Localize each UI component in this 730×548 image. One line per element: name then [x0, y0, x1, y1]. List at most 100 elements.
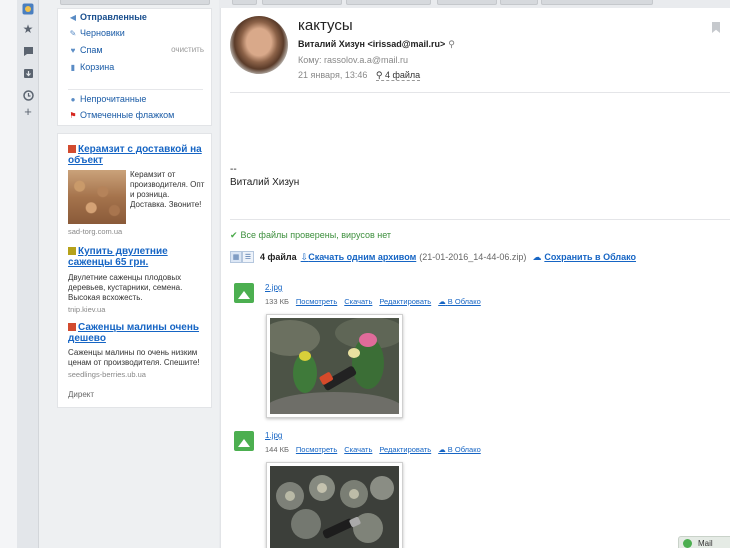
ad-favicon-icon [68, 145, 76, 153]
cloud-icon: ☁ [438, 445, 446, 454]
toolbar-more-button[interactable] [541, 0, 653, 5]
toolbar-forward-button[interactable] [346, 0, 431, 5]
star-icon[interactable]: ★ [21, 22, 35, 36]
trash-icon: ▮ [70, 62, 76, 72]
folder-drafts[interactable]: ✎ Черновики [68, 26, 125, 40]
recipient-line: Кому: rassolov.a.a@mail.ru [298, 55, 409, 65]
toolbar-reply-button[interactable] [262, 0, 342, 5]
checkmark-icon: ✔ [230, 230, 238, 240]
folder-divider [68, 89, 203, 90]
bookmark-flag-icon[interactable] [712, 22, 720, 33]
red-flag-icon: ⚑ [69, 110, 77, 120]
ad-title[interactable]: Купить двулетние саженцы 65 грн. [68, 246, 203, 268]
folder-label: Отправленные [80, 12, 147, 22]
grid-view-icon[interactable]: ▦ [230, 251, 242, 263]
attachments-divider [230, 219, 730, 220]
spam-icon: ♥ [70, 45, 76, 55]
download-link[interactable]: Скачать [344, 445, 372, 454]
ad-image-clay-pellets[interactable] [68, 170, 126, 224]
list-view-icon[interactable]: ☰ [242, 251, 254, 263]
chat-icon[interactable] [21, 44, 35, 58]
image-file-icon[interactable] [234, 431, 254, 451]
view-link[interactable]: Посмотреть [296, 297, 337, 306]
attachment-thumbnail[interactable] [266, 314, 403, 418]
folder-spam[interactable]: ♥ Спам [68, 43, 103, 57]
mail-agent-pill[interactable]: Mail [678, 536, 730, 548]
toolbar-compose-button[interactable] [60, 0, 210, 5]
toolbar-spam-button[interactable] [500, 0, 538, 5]
sender-avatar[interactable] [230, 16, 288, 74]
attachment-actions: 133 КБ Посмотреть Скачать Редактировать … [265, 297, 481, 306]
left-margin [0, 0, 17, 548]
to-cloud-link[interactable]: ☁ В Облако [438, 445, 481, 454]
toolbar-back-button[interactable] [232, 0, 257, 5]
archive-name: (21-01-2016_14-44-06.zip) [419, 252, 527, 262]
attachment-name[interactable]: 2.jpg [265, 283, 282, 292]
cloud-icon[interactable]: ☁ [532, 252, 541, 263]
attachments-count: 4 файла [260, 252, 297, 262]
filter-label: Непрочитанные [80, 94, 147, 104]
to-cloud-link[interactable]: ☁ В Облако [438, 297, 481, 306]
ad-favicon-icon [68, 323, 76, 331]
attachment-size: 144 КБ [265, 445, 289, 454]
attachments-count-link[interactable]: ⚲ 4 файла [375, 70, 421, 81]
image-file-icon[interactable] [234, 283, 254, 303]
ad-text: Саженцы малины по очень низким ценам от … [68, 348, 200, 367]
header-divider [230, 92, 730, 93]
sender-name[interactable]: Виталий Хизун <irissad@mail.ru> [298, 39, 445, 49]
ad-title[interactable]: Керамзит с доставкой на объект [68, 144, 203, 166]
status-dot-icon [683, 538, 692, 548]
ad-text: Керамзит от производителя. Опт и розница… [130, 170, 205, 209]
inbox-download-icon[interactable] [21, 66, 35, 80]
message-date: 21 января, 13:46 [298, 70, 368, 80]
download-link[interactable]: Скачать [344, 297, 372, 306]
cactus-photo [270, 318, 399, 414]
cactus-photo [270, 466, 399, 548]
save-to-cloud-link[interactable]: Сохранить в Облако [544, 252, 636, 262]
ad-title[interactable]: Саженцы малины очень дешево [68, 322, 203, 344]
clean-spam-link[interactable]: очистить [171, 45, 204, 54]
ad-domain: tnip.kiev.ua [68, 305, 106, 314]
attachments-view-toggle: ▦ ☰ [230, 251, 254, 263]
ad-domain: sad-torg.com.ua [68, 227, 123, 236]
unread-dot-icon: ● [70, 94, 76, 104]
plus-icon[interactable]: + [21, 104, 35, 119]
search-icon[interactable]: ⚲ [448, 39, 455, 49]
message-meta: 21 января, 13:46 ⚲ 4 файла [298, 70, 421, 81]
draft-icon: ✎ [69, 28, 77, 38]
filter-unread[interactable]: ● Непрочитанные [68, 92, 147, 106]
app-rail: ★ + [17, 0, 39, 548]
attachment-thumbnail[interactable] [266, 462, 403, 548]
folder-label: Спам [80, 45, 103, 55]
attachment-actions: 144 КБ Посмотреть Скачать Редактировать … [265, 445, 481, 454]
ad-block: Керамзит с доставкой на объект Керамзит … [57, 133, 212, 408]
download-archive-link[interactable]: Скачать одним архивом [308, 252, 416, 262]
filter-flagged[interactable]: ⚑ Отмеченные флажком [68, 108, 174, 122]
antivirus-status: ✔ Все файлы проверены, вирусов нет [230, 230, 392, 240]
attachments-toolbar: ▦ ☰ 4 файла ⇩ Скачать одним архивом (21-… [230, 249, 636, 265]
folder-trash[interactable]: ▮ Корзина [68, 60, 115, 74]
edit-link[interactable]: Редактировать [379, 445, 431, 454]
signature-name: Виталий Хизун [230, 177, 300, 188]
view-link[interactable]: Посмотреть [296, 445, 337, 454]
folder-label: Корзина [80, 62, 115, 72]
mail-app-icon[interactable] [21, 2, 35, 16]
sent-icon: ◀ [69, 12, 77, 22]
download-icon[interactable]: ⇩ [301, 252, 309, 263]
ad-text: Двулетние саженцы плодовых деревьев, кус… [68, 273, 183, 302]
attachment-size: 133 КБ [265, 297, 289, 306]
filter-label: Отмеченные флажком [80, 110, 175, 120]
ad-favicon-icon [68, 247, 76, 255]
sender-line[interactable]: Виталий Хизун <irissad@mail.ru> ⚲ [298, 39, 455, 50]
attachment-name[interactable]: 1.jpg [265, 431, 282, 440]
paperclip-icon: ⚲ [375, 70, 385, 80]
ad-domain: seedlings-berries.ub.ua [68, 370, 146, 379]
clock-icon[interactable] [21, 88, 35, 102]
signature-separator: -- [230, 164, 237, 175]
mail-agent-label: Mail [698, 538, 713, 548]
folder-sent[interactable]: ◀ Отправленные [68, 10, 147, 24]
message-subject: кактусы [298, 17, 353, 34]
ad-provider-label[interactable]: Директ [68, 390, 94, 399]
toolbar-delete-button[interactable] [437, 0, 497, 5]
edit-link[interactable]: Редактировать [379, 297, 431, 306]
